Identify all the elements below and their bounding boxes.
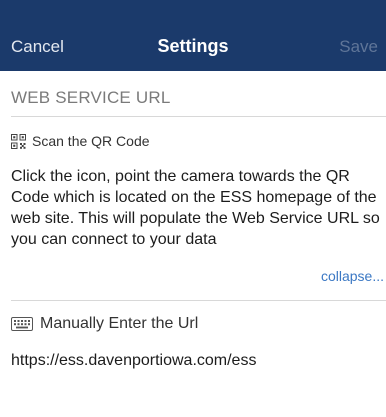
divider bbox=[11, 300, 386, 301]
web-service-url-input[interactable] bbox=[11, 350, 371, 372]
scan-qr-button[interactable]: Scan the QR Code bbox=[11, 131, 150, 151]
manual-entry-button[interactable]: Manually Enter the Url bbox=[11, 314, 198, 334]
section-header: WEB SERVICE URL bbox=[11, 88, 171, 107]
manual-entry-label: Manually Enter the Url bbox=[40, 315, 199, 332]
keyboard-icon bbox=[11, 317, 33, 331]
scan-qr-label: Scan the QR Code bbox=[32, 133, 150, 149]
divider bbox=[11, 116, 386, 117]
qr-instructions: Click the icon, point the camera towards… bbox=[11, 168, 380, 248]
save-button[interactable]: Save bbox=[339, 37, 378, 57]
page-title: Settings bbox=[157, 36, 229, 56]
nav-bar: Cancel Settings Save bbox=[0, 0, 386, 71]
collapse-link[interactable]: collapse... bbox=[321, 268, 384, 284]
qr-code-icon bbox=[11, 133, 26, 149]
